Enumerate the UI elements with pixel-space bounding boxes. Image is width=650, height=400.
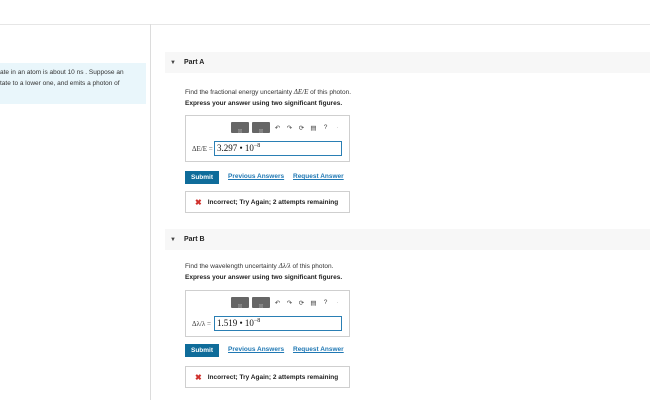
problem-text-line-2: tate to a lower one, and emits a photon … [0, 80, 120, 87]
part-a-question: Find the fractional energy uncertainty Δ… [185, 88, 351, 96]
part-b-question: Find the wavelength uncertainty Δλ/λ of … [185, 262, 333, 270]
template-icon[interactable]: ▯▯ [252, 297, 270, 308]
question-math: Δλ/λ [278, 262, 291, 270]
question-text-end: of this photon. [290, 263, 334, 270]
more-icon[interactable]: · [333, 124, 342, 131]
reset-icon[interactable]: ⟳ [297, 299, 306, 307]
answer-exponent: −8 [253, 318, 261, 324]
redo-icon[interactable]: ↷ [285, 299, 294, 307]
math-toolbar: ▯▯ ▯▯ ↶ ↷ ⟳ ▤ ? · [231, 122, 342, 133]
undo-icon[interactable]: ↶ [273, 124, 282, 132]
question-text: Find the wavelength uncertainty [185, 263, 279, 270]
part-a-header[interactable]: ▼ Part A [165, 52, 650, 73]
previous-answers-link[interactable]: Previous Answers [228, 346, 284, 353]
error-x-icon: ✖ [195, 372, 202, 382]
question-text: Find the fractional energy uncertainty [185, 89, 294, 96]
answer-input[interactable]: 1.519 • 10−8 [214, 316, 342, 331]
template-icon[interactable]: ▯▯ [231, 122, 249, 133]
previous-answers-link[interactable]: Previous Answers [228, 173, 284, 180]
redo-icon[interactable]: ↷ [285, 124, 294, 132]
answer-mantissa: 3.297 • 10 [217, 143, 254, 153]
math-toolbar: ▯▯ ▯▯ ↶ ↷ ⟳ ▤ ? · [231, 297, 342, 308]
answer-mantissa: 1.519 • 10 [217, 318, 254, 328]
feedback-text: Incorrect; Try Again; 2 attempts remaini… [207, 198, 339, 206]
question-math: ΔE/E [293, 88, 309, 96]
error-x-icon: ✖ [195, 197, 202, 207]
submit-button[interactable]: Submit [185, 171, 219, 184]
chevron-down-icon[interactable]: ▼ [170, 60, 178, 66]
feedback-text: Incorrect; Try Again; 2 attempts remaini… [207, 373, 339, 381]
undo-icon[interactable]: ↶ [273, 299, 282, 307]
panel-divider [150, 24, 151, 400]
part-a-answer-box: ▯▯ ▯▯ ↶ ↷ ⟳ ▤ ? · ΔE/E = 3.297 • 10−8 [185, 115, 350, 162]
template-icon[interactable]: ▯▯ [252, 122, 270, 133]
keyboard-icon[interactable]: ▤ [309, 299, 318, 307]
part-b-title: Part B [184, 236, 205, 243]
reset-icon[interactable]: ⟳ [297, 124, 306, 132]
request-answer-link[interactable]: Request Answer [293, 173, 344, 180]
question-text-end: of this photon. [308, 89, 352, 96]
answer-label: Δλ/λ = [192, 320, 211, 328]
top-bar [0, 0, 650, 25]
part-b-header[interactable]: ▼ Part B [165, 229, 650, 250]
help-icon[interactable]: ? [321, 124, 330, 131]
problem-text-line-1: ate in an atom is about 10 ns . Suppose … [0, 69, 124, 76]
chevron-down-icon[interactable]: ▼ [170, 237, 178, 243]
part-a-instruction: Express your answer using two significan… [185, 100, 343, 107]
part-a-feedback: ✖ Incorrect; Try Again; 2 attempts remai… [185, 191, 350, 213]
more-icon[interactable]: · [333, 299, 342, 306]
part-b-answer-box: ▯▯ ▯▯ ↶ ↷ ⟳ ▤ ? · Δλ/λ = 1.519 • 10−8 [185, 290, 350, 337]
keyboard-icon[interactable]: ▤ [309, 124, 318, 132]
part-b-instruction: Express your answer using two significan… [185, 274, 343, 281]
part-b-feedback: ✖ Incorrect; Try Again; 2 attempts remai… [185, 366, 350, 388]
part-a-title: Part A [184, 59, 205, 66]
answer-exponent: −8 [253, 143, 261, 149]
request-answer-link[interactable]: Request Answer [293, 346, 344, 353]
answer-input[interactable]: 3.297 • 10−8 [214, 141, 342, 156]
submit-button[interactable]: Submit [185, 344, 219, 357]
problem-statement: ate in an atom is about 10 ns . Suppose … [0, 63, 146, 104]
template-icon[interactable]: ▯▯ [231, 297, 249, 308]
answer-label: ΔE/E = [192, 145, 213, 153]
help-icon[interactable]: ? [321, 299, 330, 306]
